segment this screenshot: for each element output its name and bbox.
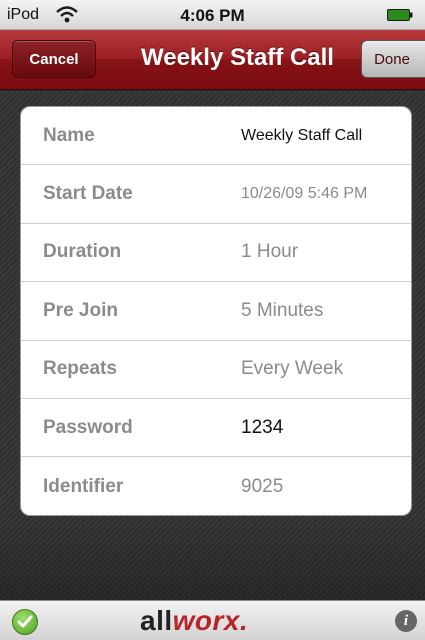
page-title: Weekly Staff Call	[141, 44, 334, 71]
content-area: Name Weekly Staff Call Start Date 10/26/…	[0, 91, 425, 600]
detail-value: Weekly Staff Call	[241, 126, 363, 144]
status-bar: iPod 4:06 PM	[0, 0, 425, 30]
detail-label: Duration	[43, 241, 122, 263]
conference-details-table: Name Weekly Staff Call Start Date 10/26/…	[20, 106, 412, 516]
detail-row-identifier[interactable]: Identifier 9025	[21, 457, 411, 515]
detail-value: 10/26/09 5:46 PM	[241, 185, 368, 203]
detail-label: Repeats	[43, 358, 117, 380]
detail-label: Start Date	[43, 183, 133, 205]
logo-text: all	[140, 605, 173, 636]
detail-label: Name	[43, 124, 95, 146]
detail-label: Password	[43, 416, 133, 438]
detail-value: 9025	[241, 475, 284, 497]
battery-icon	[387, 9, 413, 21]
navigation-bar: Cancel Weekly Staff Call Done	[0, 30, 425, 90]
check-icon[interactable]	[12, 609, 38, 635]
detail-row-pre-join[interactable]: Pre Join 5 Minutes	[21, 282, 411, 341]
clock: 4:06 PM	[180, 6, 245, 25]
detail-label: Pre Join	[43, 299, 118, 321]
detail-value: 1 Hour	[241, 241, 299, 263]
footer-bar: allworx. i	[0, 600, 425, 640]
cancel-button[interactable]: Cancel	[12, 40, 96, 78]
detail-row-password[interactable]: Password 1234	[21, 399, 411, 458]
detail-row-duration[interactable]: Duration 1 Hour	[21, 224, 411, 283]
allworx-logo: allworx.	[140, 605, 248, 637]
detail-label: Identifier	[43, 475, 124, 497]
logo-text-accent: worx	[172, 605, 240, 636]
logo-text-dot: .	[240, 605, 249, 636]
info-icon[interactable]: i	[395, 610, 417, 632]
detail-value: Every Week	[241, 358, 344, 380]
detail-row-name[interactable]: Name Weekly Staff Call	[21, 107, 411, 166]
detail-value: 5 Minutes	[241, 299, 324, 321]
detail-row-start-date[interactable]: Start Date 10/26/09 5:46 PM	[21, 165, 411, 224]
detail-value: 1234	[241, 416, 284, 438]
done-button[interactable]: Done	[361, 40, 425, 78]
detail-row-repeats[interactable]: Repeats Every Week	[21, 341, 411, 399]
